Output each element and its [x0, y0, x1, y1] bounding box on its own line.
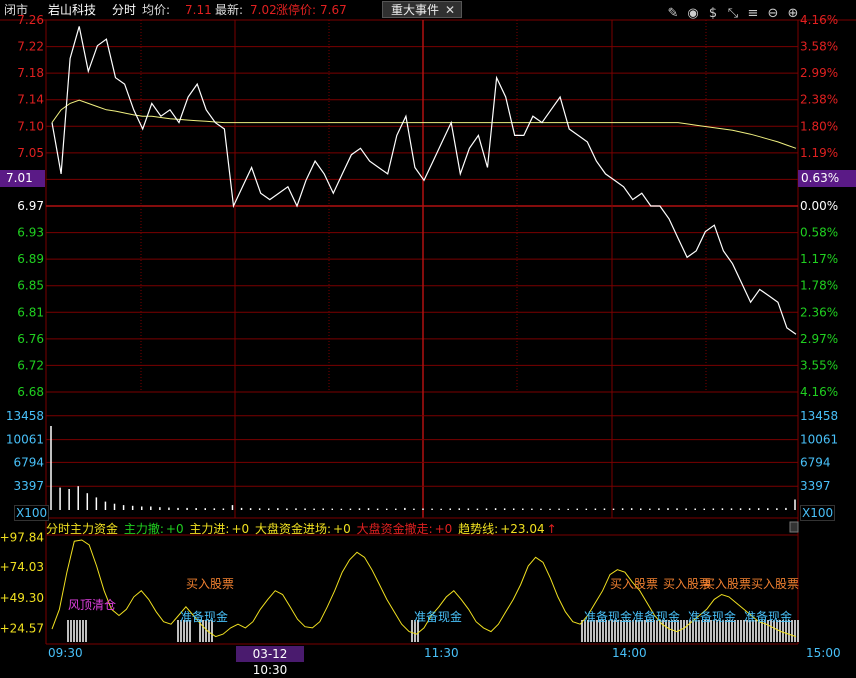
- pct-tick-label: 4.16%: [800, 13, 838, 27]
- current-price-badge: 7.01: [0, 170, 45, 187]
- price-tick-label: 7.22: [17, 40, 44, 54]
- pct-tick-label: 1.80%: [800, 119, 838, 133]
- pct-tick-label: 2.38%: [800, 93, 838, 107]
- pct-tick-label: 1.17%: [800, 252, 838, 266]
- signal-ready-label-3: 准备现金: [584, 610, 633, 624]
- indicator-item-5-value: +23.04: [500, 522, 545, 536]
- price-tick-label: 7.26: [17, 13, 44, 27]
- signal-ready-label-4: 准备现金: [632, 610, 681, 624]
- volume-tick-label: 3397: [13, 479, 44, 493]
- intraday-chart[interactable]: 7.26 4.16% 7.22 3.58% 7.18 2.99% 7.14 2.38% 7.10…: [0, 0, 856, 662]
- indicator-tick-label: +74.03: [0, 560, 44, 574]
- indicator-tick-label: +97.84: [0, 531, 44, 545]
- indicator-handle: [789, 521, 799, 533]
- price-tick-label: 7.18: [17, 66, 44, 80]
- indicator-item-1-label: 主力撤:: [123, 522, 164, 536]
- signal-buy-label-2: 买入股票: [610, 577, 659, 591]
- indicator-item-3-value: +0: [333, 522, 351, 536]
- pct-tick-label: 4.16%: [800, 385, 838, 399]
- signal-ready-label-6: 准备现金: [744, 610, 793, 624]
- indicator-header: 分时主力资金 主力撤: +0 主力进: +0 大盘资金进场: +0 大盘资金撤走: +0…: [46, 521, 559, 537]
- up-arrow-icon: ↑: [546, 522, 557, 536]
- indicator-name: 分时主力资金: [46, 522, 119, 536]
- volume-tick-label: 6794: [13, 455, 44, 469]
- indicator-item-4-value: +0: [434, 522, 453, 536]
- indicator-item-4-label: 大盘资金撤走:: [356, 522, 433, 536]
- volume-tick-label: 10061: [6, 433, 44, 447]
- price-tick-label: 6.68: [17, 385, 44, 399]
- volume-tick-label-right: 10061: [800, 433, 838, 447]
- price-tick-label: 6.72: [17, 358, 44, 372]
- signal-ready-label-2: 准备现金: [414, 610, 463, 624]
- price-tick-label: 7.10: [17, 119, 44, 133]
- time-label-afternoon: 14:00: [612, 646, 647, 660]
- time-label-noon: 11:30: [424, 646, 459, 660]
- indicator-tick-label: +49.30: [0, 591, 44, 605]
- indicator-tick-label: +24.57: [0, 621, 44, 635]
- pct-tick-label: 0.00%: [800, 199, 838, 213]
- indicator-item-3-label: 大盘资金进场:: [255, 522, 332, 536]
- time-label-open: 09:30: [48, 646, 83, 660]
- pct-tick-label: 1.78%: [800, 279, 838, 293]
- time-label-close: 15:00: [806, 646, 841, 660]
- signal-ready-label-5: 准备现金: [688, 610, 737, 624]
- signal-ready-label-1: 准备现金: [180, 610, 229, 624]
- pct-tick-label: 1.19%: [800, 146, 838, 160]
- price-tick-label: 6.89: [17, 252, 44, 266]
- signal-buy-label-1: 买入股票: [186, 577, 235, 591]
- indicator-item-2-label: 主力进:: [189, 522, 230, 536]
- indicator-item-2-value: +0: [231, 522, 250, 536]
- price-line: [51, 26, 797, 335]
- volume-tick-label-right: 6794: [800, 455, 831, 469]
- price-tick-label: 6.85: [17, 279, 44, 293]
- signal-buy-label-5: 买入股票: [751, 577, 800, 591]
- volume-tick-label-right: 3397: [800, 479, 831, 493]
- pct-tick-label: 2.99%: [800, 66, 838, 80]
- cursor-time-badge: 03-12 10:30: [236, 646, 304, 677]
- pct-tick-label: 3.58%: [800, 40, 838, 54]
- price-tick-label: 7.05: [17, 146, 44, 160]
- pct-tick-label: 3.55%: [800, 358, 838, 372]
- price-tick-label: 6.97: [17, 199, 44, 213]
- pct-tick-label: 2.97%: [800, 332, 838, 346]
- indicator-item-1-value: +0: [165, 522, 184, 536]
- volume-tick-label: 13458: [6, 409, 44, 423]
- volume-tick-label-right: 13458: [800, 409, 838, 423]
- price-tick-label: 7.14: [17, 93, 44, 107]
- price-tick-label: 6.93: [17, 226, 44, 240]
- price-tick-label: 6.81: [17, 305, 44, 319]
- volume-unit-left: X100: [14, 505, 50, 521]
- volume-unit-right: X100: [800, 505, 836, 521]
- indicator-item-5-label: 趋势线:: [458, 522, 499, 536]
- pct-tick-label: 0.58%: [800, 226, 838, 240]
- signal-buy-label-4: 买入股票: [703, 577, 752, 591]
- pct-tick-label: 2.36%: [800, 305, 838, 319]
- avg-price-line: [51, 99, 797, 149]
- signal-risk-label: 风顶清仓: [68, 598, 117, 612]
- price-tick-label: 6.76: [17, 332, 44, 346]
- current-pct-badge: 0.63%: [798, 170, 856, 187]
